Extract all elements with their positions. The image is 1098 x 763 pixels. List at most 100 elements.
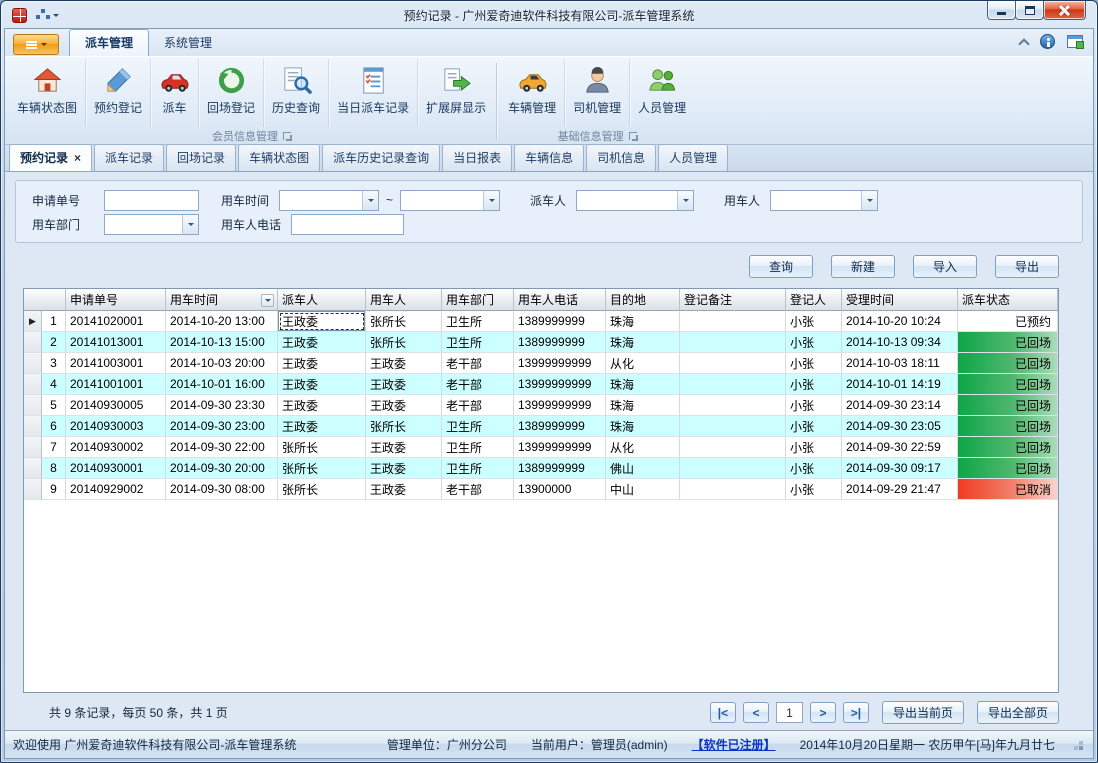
cell-request-no[interactable]: 20141001001 (66, 374, 166, 395)
dialog-launcher-icon[interactable] (283, 132, 291, 140)
row-number-cell[interactable]: 2 (42, 332, 66, 353)
tab-dispatch-records[interactable]: 派车记录 (94, 144, 164, 171)
ribbon-tab-dispatch-management[interactable]: 派车管理 (69, 29, 149, 56)
table-row[interactable]: 4201410010012014-10-01 16:00王政委王政委老干部139… (24, 374, 1058, 395)
dialog-launcher-icon[interactable] (629, 132, 637, 140)
cell-destination[interactable]: 珠海 (606, 416, 680, 437)
cell-dispatcher[interactable]: 张所长 (278, 437, 366, 458)
cell-phone[interactable]: 1389999999 (514, 311, 606, 332)
row-number-cell[interactable]: 1 (42, 311, 66, 332)
daily-dispatch-record-button[interactable]: 当日派车记录 (329, 59, 418, 127)
cell-accept-time[interactable]: 2014-09-30 22:59 (842, 437, 958, 458)
cell-user[interactable]: 王政委 (366, 395, 442, 416)
status-cell[interactable]: 已回场 (958, 395, 1058, 416)
cell-request-no[interactable]: 20140930001 (66, 458, 166, 479)
table-row[interactable]: 7201409300022014-09-30 22:00张所长王政委卫生所139… (24, 437, 1058, 458)
cell-department[interactable]: 卫生所 (442, 332, 514, 353)
cell-registrar[interactable]: 小张 (786, 437, 842, 458)
cell-remark[interactable] (680, 458, 786, 479)
cell-request-no[interactable]: 20140929002 (66, 479, 166, 500)
page-input[interactable] (776, 702, 803, 723)
column-header-registrar[interactable]: 登记人 (786, 289, 842, 311)
cell-remark[interactable] (680, 311, 786, 332)
combo-dropdown-icon[interactable] (677, 191, 693, 210)
cell-use-time[interactable]: 2014-10-01 16:00 (166, 374, 278, 395)
cell-request-no[interactable]: 20141013001 (66, 332, 166, 353)
cell-dispatcher[interactable]: 张所长 (278, 479, 366, 500)
row-number-cell[interactable]: 8 (42, 458, 66, 479)
quick-access-toolbar[interactable] (33, 10, 63, 21)
cell-phone[interactable]: 13999999999 (514, 353, 606, 374)
cell-accept-time[interactable]: 2014-09-29 21:47 (842, 479, 958, 500)
cell-department[interactable]: 卫生所 (442, 458, 514, 479)
cell-use-time[interactable]: 2014-10-03 20:00 (166, 353, 278, 374)
cell-phone[interactable]: 1389999999 (514, 458, 606, 479)
cell-dispatcher[interactable]: 王政委 (278, 374, 366, 395)
return-register-button[interactable]: 回场登记 (199, 59, 264, 127)
cell-remark[interactable] (680, 332, 786, 353)
cell-request-no[interactable]: 20141003001 (66, 353, 166, 374)
column-header-accept-time[interactable]: 受理时间 (842, 289, 958, 311)
info-icon[interactable] (1040, 34, 1055, 49)
cell-user[interactable]: 王政委 (366, 437, 442, 458)
skin-icon[interactable] (1067, 35, 1083, 48)
column-filter-icon[interactable] (261, 294, 274, 307)
cell-request-no[interactable]: 20140930003 (66, 416, 166, 437)
cell-registrar[interactable]: 小张 (786, 458, 842, 479)
cell-department[interactable]: 老干部 (442, 374, 514, 395)
cell-remark[interactable] (680, 374, 786, 395)
prev-page-button[interactable]: < (743, 702, 769, 723)
cell-phone[interactable]: 13999999999 (514, 374, 606, 395)
column-header-dispatcher[interactable]: 派车人 (278, 289, 366, 311)
cell-accept-time[interactable]: 2014-10-20 10:24 (842, 311, 958, 332)
cell-destination[interactable]: 珠海 (606, 395, 680, 416)
cell-destination[interactable]: 从化 (606, 437, 680, 458)
vehicle-manage-button[interactable]: 车辆管理 (500, 59, 565, 127)
cell-registrar[interactable]: 小张 (786, 416, 842, 437)
cell-department[interactable]: 老干部 (442, 353, 514, 374)
cell-remark[interactable] (680, 479, 786, 500)
row-number-cell[interactable]: 7 (42, 437, 66, 458)
table-row[interactable]: ▶1201410200012014-10-20 13:00王政委张所长卫生所13… (24, 311, 1058, 332)
request-no-input[interactable] (104, 190, 199, 211)
cell-request-no[interactable]: 20141020001 (66, 311, 166, 332)
phone-input[interactable] (291, 214, 404, 235)
tab-dispatch-history-query[interactable]: 派车历史记录查询 (322, 144, 440, 171)
cell-user[interactable]: 王政委 (366, 458, 442, 479)
table-row[interactable]: 6201409300032014-09-30 23:00王政委张所长卫生所138… (24, 416, 1058, 437)
row-number-cell[interactable]: 3 (42, 353, 66, 374)
row-number-cell[interactable]: 6 (42, 416, 66, 437)
combo-dropdown-icon[interactable] (861, 191, 877, 210)
tab-reservation-records[interactable]: 预约记录 × (9, 144, 92, 171)
column-header-phone[interactable]: 用车人电话 (514, 289, 606, 311)
use-time-from-combo[interactable] (279, 190, 379, 211)
cell-user[interactable]: 张所长 (366, 311, 442, 332)
minimize-button[interactable] (987, 1, 1016, 20)
status-cell[interactable]: 已回场 (958, 353, 1058, 374)
table-row[interactable]: 9201409290022014-09-30 08:00张所长王政委老干部139… (24, 479, 1058, 500)
cell-use-time[interactable]: 2014-09-30 20:00 (166, 458, 278, 479)
cell-remark[interactable] (680, 353, 786, 374)
cell-remark[interactable] (680, 395, 786, 416)
status-cell[interactable]: 已回场 (958, 374, 1058, 395)
combo-dropdown-icon[interactable] (182, 215, 198, 234)
close-button[interactable] (1043, 1, 1086, 20)
tab-driver-info[interactable]: 司机信息 (586, 144, 656, 171)
cell-destination[interactable]: 珠海 (606, 374, 680, 395)
tab-vehicle-info[interactable]: 车辆信息 (514, 144, 584, 171)
row-number-cell[interactable]: 5 (42, 395, 66, 416)
status-cell[interactable]: 已回场 (958, 332, 1058, 353)
cell-phone[interactable]: 1389999999 (514, 416, 606, 437)
first-page-button[interactable]: |< (710, 702, 736, 723)
next-page-button[interactable]: > (810, 702, 836, 723)
row-number-cell[interactable]: 4 (42, 374, 66, 395)
cell-use-time[interactable]: 2014-09-30 22:00 (166, 437, 278, 458)
use-time-to-combo[interactable] (400, 190, 500, 211)
extend-screen-button[interactable]: 扩展屏显示 (418, 59, 494, 127)
title-bar[interactable]: 预约记录 - 广州爱奇迪软件科技有限公司-派车管理系统 (4, 1, 1094, 28)
column-header-request-no[interactable]: 申请单号 (66, 289, 166, 311)
cell-user[interactable]: 王政委 (366, 374, 442, 395)
cell-user[interactable]: 张所长 (366, 332, 442, 353)
cell-user[interactable]: 王政委 (366, 353, 442, 374)
user-combo[interactable] (770, 190, 878, 211)
